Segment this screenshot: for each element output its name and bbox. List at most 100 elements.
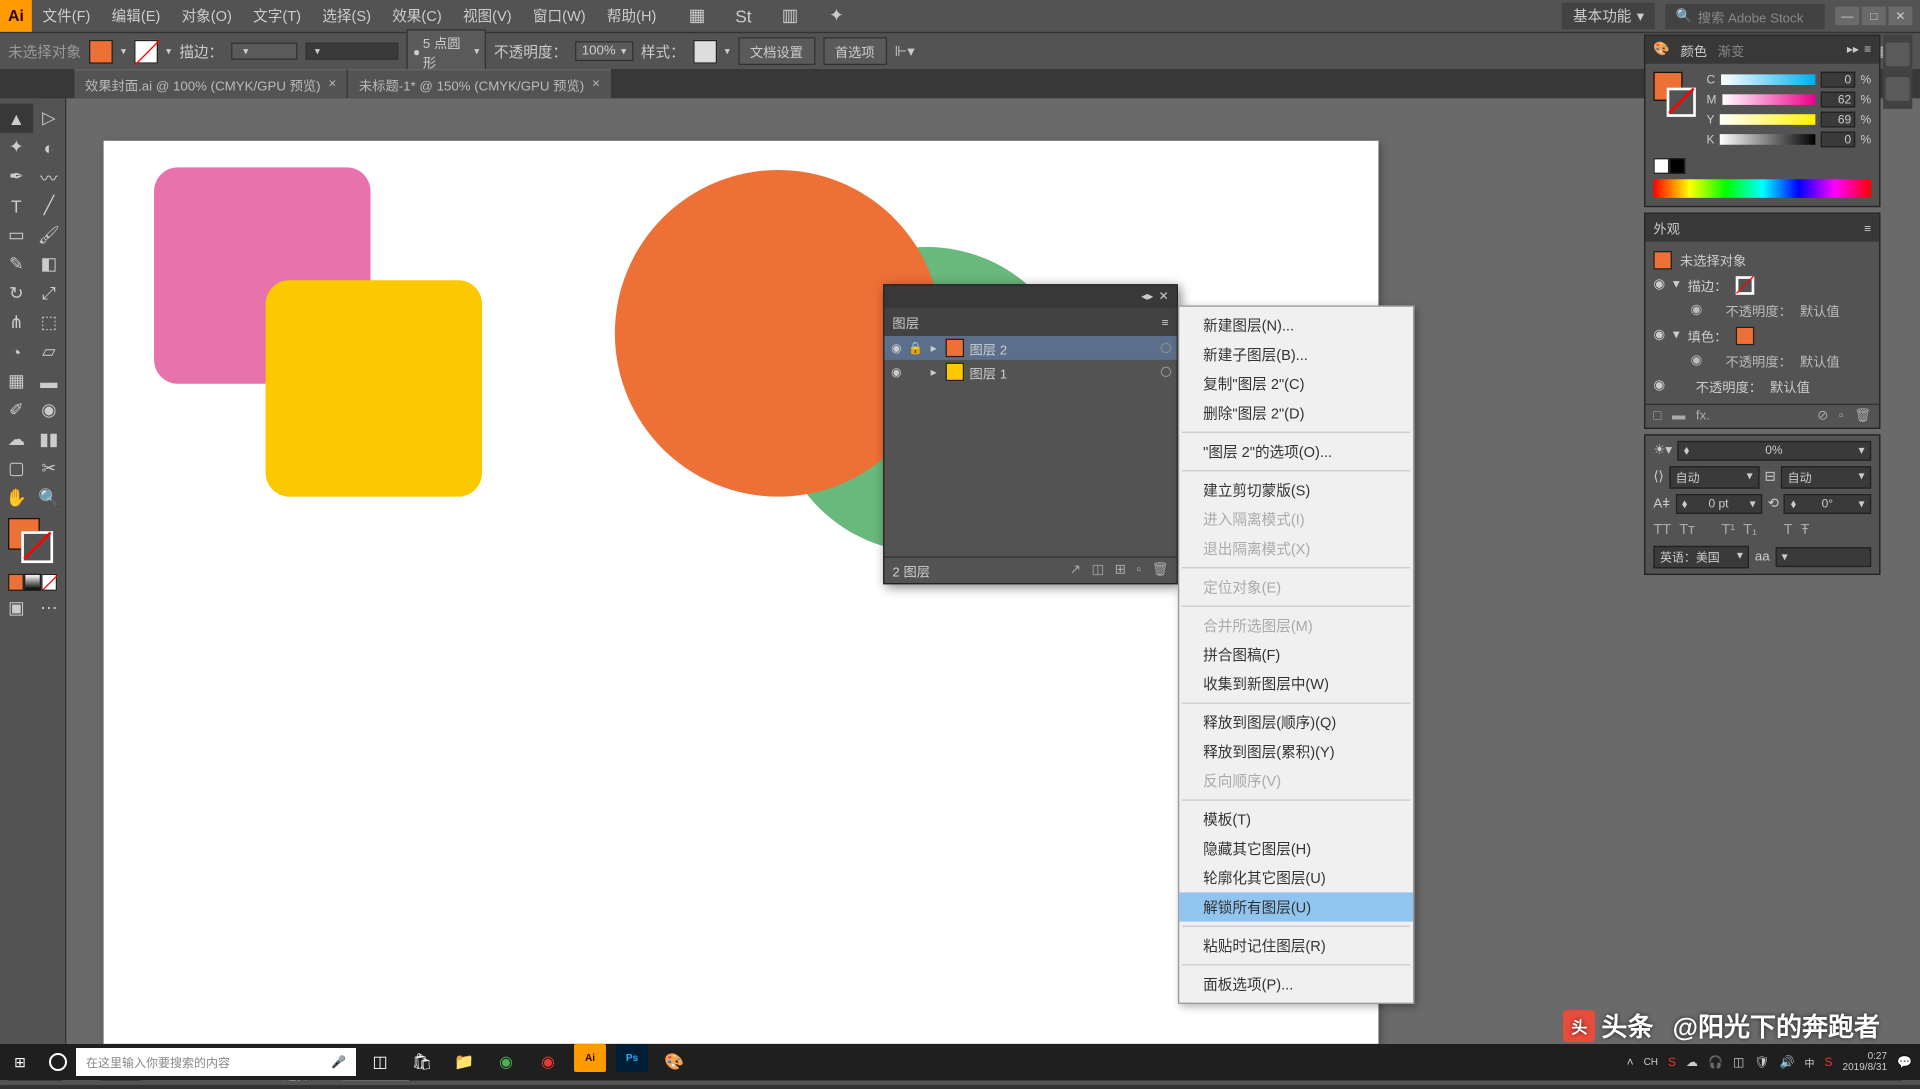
close-button[interactable]: ✕ — [1888, 7, 1912, 26]
rectangle-tool[interactable]: ▭ — [0, 220, 33, 249]
dock-icon[interactable] — [1886, 42, 1910, 66]
context-menu-item[interactable]: 新建图层(N)... — [1179, 311, 1413, 340]
free-transform-tool[interactable]: ⬚ — [33, 308, 66, 337]
close-icon[interactable]: × — [592, 77, 600, 92]
context-menu-item[interactable]: 收集到新图层中(W) — [1179, 669, 1413, 698]
eraser-tool[interactable]: ◧ — [33, 250, 66, 279]
ime-lang[interactable]: 中 — [1805, 1055, 1815, 1070]
shape-yellow-rect[interactable] — [266, 280, 482, 496]
doc-tab[interactable]: 未标题-1* @ 150% (CMYK/GPU 预览)× — [348, 69, 610, 98]
menu-item[interactable]: 文字(T) — [243, 5, 312, 26]
context-menu-item[interactable]: 释放到图层(累积)(Y) — [1179, 737, 1413, 766]
expand-icon[interactable]: ▸ — [927, 365, 940, 380]
context-menu-item[interactable]: 复制"图层 2"(C) — [1179, 369, 1413, 398]
stroke-profile-dd[interactable] — [305, 42, 398, 59]
menu-item[interactable]: 帮助(H) — [596, 5, 667, 26]
tray-up-icon[interactable]: ˄ — [1627, 1055, 1634, 1069]
opacity-dd[interactable]: 100% — [575, 41, 633, 61]
menu-item[interactable]: 文件(F) — [32, 5, 101, 26]
clip-icon[interactable]: ◫ — [1091, 563, 1104, 578]
minimize-button[interactable]: — — [1835, 7, 1859, 26]
type-tool[interactable]: T — [0, 191, 33, 220]
tray-icon[interactable]: ◫ — [1733, 1055, 1744, 1069]
cortana-button[interactable] — [40, 1053, 76, 1071]
browser-icon[interactable]: ◉ — [486, 1044, 526, 1080]
target-icon[interactable] — [1161, 343, 1172, 354]
perspective-tool[interactable]: ▱ — [33, 337, 66, 366]
illustrator-app[interactable]: Ai — [574, 1044, 606, 1072]
curvature-tool[interactable]: 〰 — [33, 162, 66, 191]
arrange-icon[interactable]: ▥ — [773, 1, 806, 30]
expand-icon[interactable]: ▸ — [927, 341, 940, 356]
menu-item[interactable]: 选择(S) — [312, 5, 382, 26]
brush-tool[interactable]: 🖌 — [33, 220, 66, 249]
doc-setup-button[interactable]: 文档设置 — [738, 37, 815, 65]
edit-toolbar[interactable]: ⋯ — [33, 594, 66, 623]
paint-icon[interactable]: 🎨 — [654, 1044, 694, 1080]
tray-icon[interactable]: S — [1825, 1055, 1833, 1069]
symbol-tool[interactable]: ☁ — [0, 425, 33, 454]
explorer-icon[interactable]: 📁 — [444, 1044, 484, 1080]
canvas[interactable]: ◂▸✕ 图层≡ ◉ 🔒 ▸ 图层 2 ◉ ▸ 图层 1 2 图层 — [66, 98, 1920, 1061]
width-tool[interactable]: ⋔ — [0, 308, 33, 337]
target-icon[interactable] — [1161, 367, 1172, 378]
context-menu-item[interactable]: 删除"图层 2"(D) — [1179, 398, 1413, 427]
blend-tool[interactable]: ◉ — [33, 396, 66, 425]
screen-mode-tool[interactable]: ▣ — [0, 594, 33, 623]
direct-select-tool[interactable]: ▷ — [33, 104, 66, 133]
menu-item[interactable]: 效果(C) — [382, 5, 453, 26]
menu-item[interactable]: 视图(V) — [452, 5, 522, 26]
brush-dd[interactable]: ● 5 点圆形 — [406, 29, 486, 74]
stock-icon[interactable]: St — [727, 1, 760, 30]
spectrum-picker[interactable] — [1653, 179, 1871, 198]
netease-icon[interactable]: ◉ — [528, 1044, 568, 1080]
menu-item[interactable]: 编辑(E) — [101, 5, 171, 26]
context-menu-item[interactable]: 新建子图层(B)... — [1179, 340, 1413, 369]
dock-icon[interactable] — [1886, 77, 1910, 101]
context-menu-item[interactable]: 隐藏其它图层(H) — [1179, 834, 1413, 863]
opacity-dd[interactable]: ⬧0%▾ — [1677, 441, 1871, 461]
align-icon[interactable]: ⊩▾ — [895, 42, 915, 59]
context-menu-item[interactable]: 面板选项(P)... — [1179, 969, 1413, 998]
line-tool[interactable]: ╱ — [33, 191, 66, 220]
task-view-icon[interactable]: ◫ — [360, 1044, 400, 1080]
magic-wand-tool[interactable]: ✦ — [0, 133, 33, 162]
collapse-icon[interactable]: ◂▸ — [1141, 290, 1153, 305]
maximize-button[interactable]: □ — [1862, 7, 1886, 26]
lock-icon[interactable]: 🔒 — [908, 341, 921, 356]
ime-indicator[interactable]: CH — [1644, 1057, 1658, 1068]
hand-tool[interactable]: ✋ — [0, 483, 33, 512]
notifications-icon[interactable]: 💬 — [1897, 1055, 1912, 1069]
delete-icon[interactable]: 🗑 — [1152, 563, 1169, 578]
prefs-button[interactable]: 首选项 — [823, 37, 887, 65]
context-menu-item[interactable]: 拼合图稿(F) — [1179, 640, 1413, 669]
zoom-tool[interactable]: 🔍 — [33, 483, 66, 512]
context-menu-item[interactable]: 建立剪切蒙版(S) — [1179, 475, 1413, 504]
clock-date[interactable]: 2019/8/31 — [1843, 1062, 1888, 1073]
context-menu-item[interactable]: 粘贴时记住图层(R) — [1179, 931, 1413, 960]
start-button[interactable]: ⊞ — [0, 1044, 40, 1080]
taskbar-search[interactable]: 在这里输入你要搜索的内容🎤 — [76, 1048, 356, 1076]
rotate-tool[interactable]: ↻ — [0, 279, 33, 308]
gradient-tool[interactable]: ▬ — [33, 367, 66, 396]
selection-tool[interactable]: ▲ — [0, 104, 33, 133]
eyedropper-tool[interactable]: ✐ — [0, 396, 33, 425]
pen-tool[interactable]: ✒ — [0, 162, 33, 191]
context-menu-item[interactable]: 解锁所有图层(U) — [1179, 892, 1413, 921]
style-swatch[interactable] — [693, 39, 717, 63]
photoshop-app[interactable]: Ps — [616, 1044, 648, 1072]
artboard-tool[interactable]: ▢ — [0, 454, 33, 483]
visibility-icon[interactable]: ◉ — [890, 341, 903, 356]
slice-tool[interactable]: ✂ — [33, 454, 66, 483]
gpu-icon[interactable]: ✦ — [820, 1, 853, 30]
context-menu-item[interactable]: 释放到图层(顺序)(Q) — [1179, 708, 1413, 737]
menu-item[interactable]: 窗口(W) — [522, 5, 596, 26]
store-icon[interactable]: 🛍 — [402, 1044, 442, 1080]
tray-icon[interactable]: 🛡 — [1754, 1055, 1769, 1069]
panel-menu-icon[interactable]: ≡ — [1162, 315, 1169, 328]
shaper-tool[interactable]: ✎ — [0, 250, 33, 279]
close-icon[interactable]: ✕ — [1159, 290, 1169, 305]
stroke-weight-dd[interactable] — [231, 42, 297, 59]
locate-icon[interactable]: ↗ — [1070, 563, 1081, 578]
clock-time[interactable]: 0:27 — [1843, 1051, 1888, 1062]
